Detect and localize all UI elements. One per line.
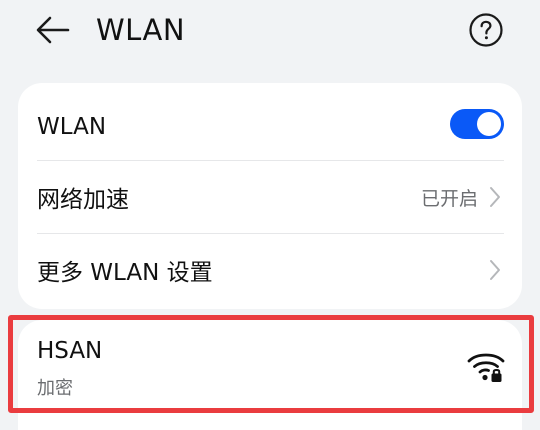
network-accelerate-label: 网络加速 [37, 187, 129, 213]
arrow-left-icon [36, 16, 70, 44]
more-wlan-settings-row[interactable]: 更多 WLAN 设置 [18, 234, 522, 306]
help-circle-icon [469, 13, 503, 47]
next-network-item-partial [18, 410, 522, 430]
switch-knob [477, 112, 501, 136]
wlan-toggle-row[interactable]: WLAN [18, 91, 522, 163]
chevron-right-icon [486, 258, 504, 282]
wlan-switch[interactable] [450, 109, 504, 139]
network-name: HSAN [37, 338, 103, 364]
network-item-hsan[interactable]: HSAN 加密 [18, 320, 522, 410]
back-button[interactable] [30, 8, 76, 52]
page-title: WLAN [96, 13, 186, 47]
more-wlan-settings-label: 更多 WLAN 设置 [37, 260, 213, 286]
chevron-right-icon [486, 185, 504, 209]
network-accelerate-row[interactable]: 网络加速 已开启 [18, 161, 522, 233]
help-button[interactable] [466, 10, 506, 50]
network-security-label: 加密 [37, 378, 73, 399]
app-header: WLAN [0, 0, 540, 62]
wlan-label: WLAN [37, 114, 107, 140]
wifi-lock-icon [467, 353, 505, 382]
network-accelerate-status: 已开启 [420, 187, 478, 210]
settings-card: WLAN 网络加速 已开启 更多 WLAN 设置 [18, 83, 522, 309]
